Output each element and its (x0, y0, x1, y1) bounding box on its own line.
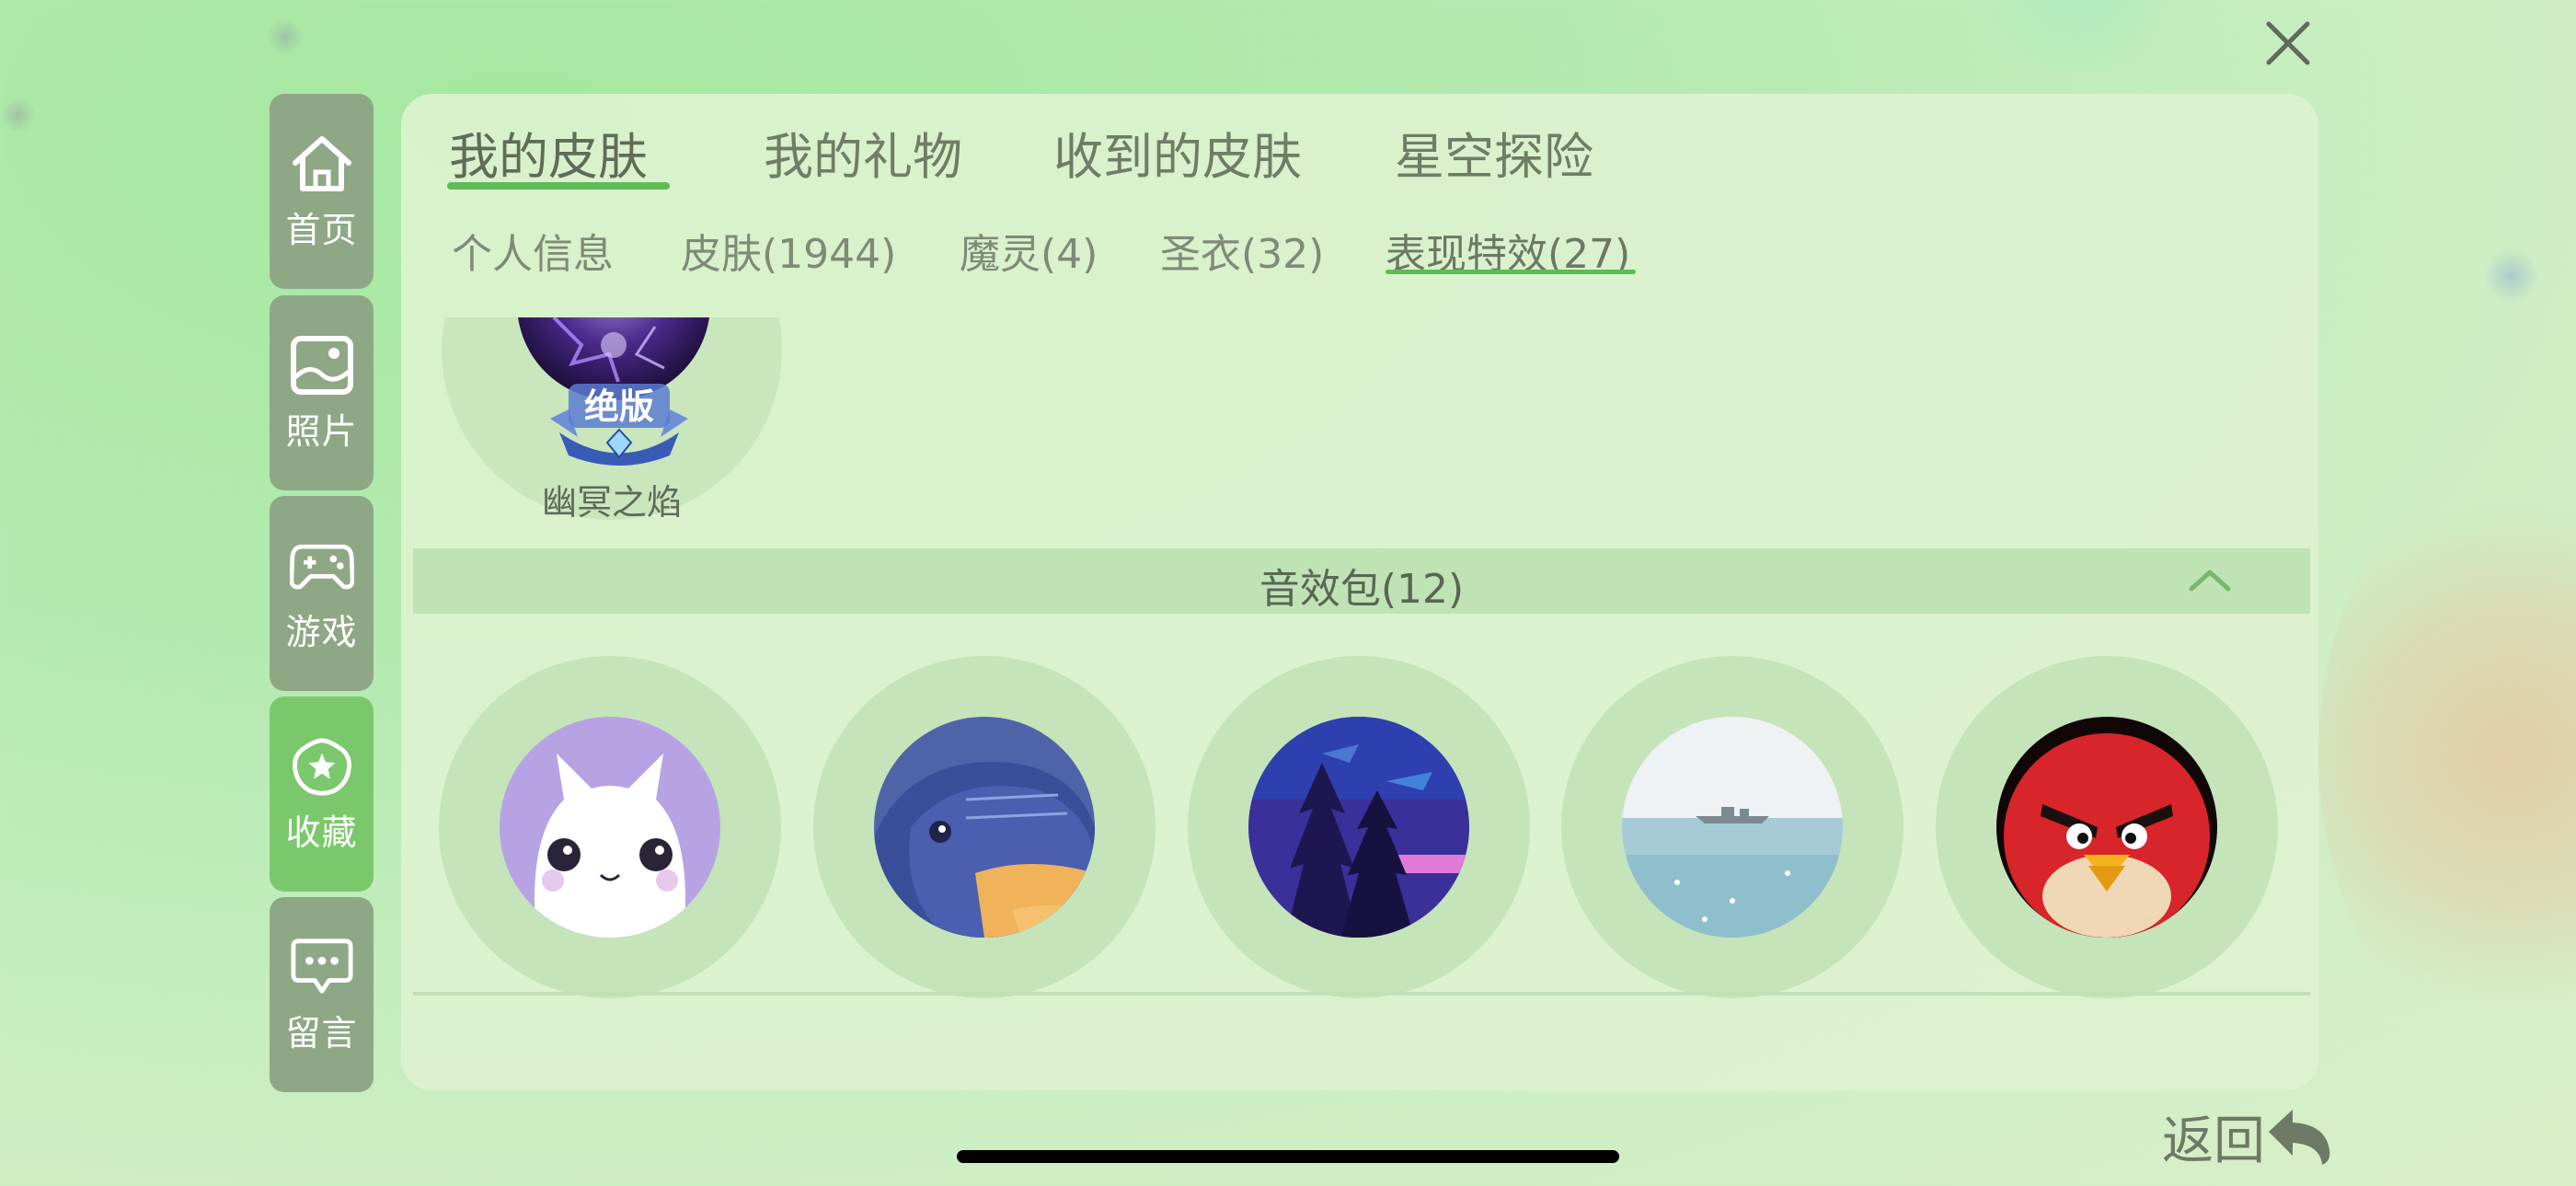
home-indicator (957, 1150, 1619, 1163)
section-title: 音效包(12) (1259, 566, 1465, 613)
red-bird-image (1996, 717, 2217, 938)
back-arrow-icon (2269, 1110, 2330, 1165)
fish-image (874, 717, 1095, 938)
sidebar-item-message[interactable]: 留言 (270, 897, 374, 1092)
subtab-armor[interactable]: 圣衣(32) (1160, 221, 1324, 280)
limited-edition-badge: 绝版 (541, 382, 697, 469)
sidebar-item-favorites[interactable]: 收藏 (270, 697, 374, 892)
sidebar-item-label: 照片 (285, 410, 358, 452)
sidebar-item-label: 游戏 (285, 611, 358, 652)
sound-pack-item[interactable] (1188, 656, 1530, 998)
active-subtab-indicator (1386, 270, 1636, 274)
message-icon (290, 935, 354, 999)
tab-my-gifts[interactable]: 我的礼物 (764, 116, 962, 189)
tab-received-skins[interactable]: 收到的皮肤 (1053, 116, 1302, 189)
sound-pack-item[interactable] (439, 656, 781, 998)
sidebar-item-label: 首页 (285, 209, 358, 250)
subtab-personal-info[interactable]: 个人信息 (452, 221, 614, 280)
background-blob (2484, 248, 2539, 304)
sound-pack-item[interactable] (813, 656, 1156, 998)
forest-image (1248, 717, 1469, 938)
sidebar-item-home[interactable]: 首页 (270, 94, 374, 289)
badge-text: 绝版 (584, 386, 654, 427)
tab-star-adventure[interactable]: 星空探险 (1395, 116, 1593, 189)
section-divider (413, 992, 2310, 996)
star-icon (290, 734, 354, 799)
sidebar-item-photo[interactable]: 照片 (270, 295, 374, 490)
background-blob (2318, 460, 2576, 1049)
sound-pack-item[interactable] (1936, 656, 2278, 998)
background-blob (1960, 0, 2199, 74)
section-header-sound-pack[interactable]: 音效包(12) (413, 548, 2310, 614)
cat-image (500, 717, 720, 938)
background-blob (0, 97, 37, 133)
chevron-up-icon[interactable] (2187, 558, 2233, 604)
close-icon (2266, 21, 2310, 65)
subtab-skins[interactable]: 皮肤(1944) (681, 221, 896, 280)
back-button[interactable]: 返回 (2162, 1100, 2335, 1173)
tab-my-skins[interactable]: 我的皮肤 (449, 116, 648, 189)
sea-image (1622, 717, 1843, 938)
sidebar-item-label: 收藏 (285, 812, 358, 853)
back-label: 返回 (2162, 1111, 2265, 1171)
sound-pack-item[interactable] (1561, 656, 1903, 998)
subtab-spirits[interactable]: 魔灵(4) (960, 221, 1098, 280)
gamepad-icon (289, 534, 354, 598)
skin-name: 幽冥之焰 (541, 482, 682, 523)
photo-icon (290, 333, 354, 397)
active-tab-indicator (447, 182, 670, 190)
home-icon (290, 132, 354, 196)
background-blob (267, 18, 304, 55)
sidebar-item-label: 留言 (285, 1012, 358, 1054)
close-button[interactable] (2265, 20, 2311, 66)
sidebar-item-game[interactable]: 游戏 (270, 496, 374, 691)
